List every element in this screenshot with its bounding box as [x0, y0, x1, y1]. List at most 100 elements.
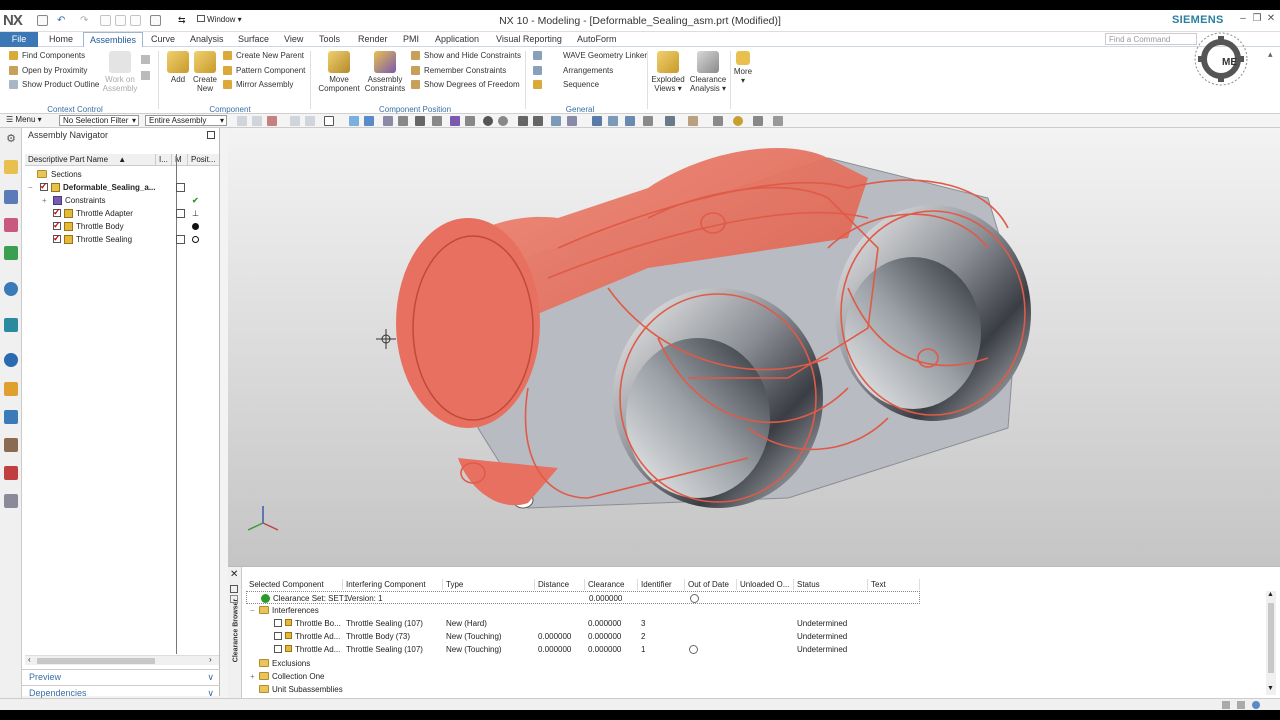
rectangle-select-icon[interactable] — [324, 116, 334, 126]
show-hide-constraints-button[interactable]: Show and Hide Constraints — [411, 49, 521, 62]
arrangements-button[interactable]: Arrangements — [533, 64, 613, 77]
unit-subassemblies-group-row[interactable]: Unit Subassemblies — [246, 683, 1266, 696]
history-icon[interactable] — [4, 353, 18, 367]
wave-geometry-linker-button[interactable]: WAVE Geometry Linker — [533, 49, 647, 62]
feature-select-icon[interactable] — [383, 116, 393, 126]
tab-file[interactable]: File — [0, 32, 38, 47]
arc-select-icon[interactable] — [465, 116, 475, 126]
face-select-icon[interactable] — [349, 116, 359, 126]
close-panel-icon[interactable]: ✕ — [230, 569, 238, 580]
tab-autoform[interactable]: AutoForm — [571, 32, 623, 47]
status-icon-2[interactable] — [1237, 701, 1245, 709]
hide-icon[interactable] — [713, 116, 723, 126]
show-degrees-of-freedom-button[interactable]: Show Degrees of Freedom — [411, 78, 520, 91]
clearance-analysis-button[interactable]: Clearance Analysis ▾ — [689, 51, 727, 93]
find-command-input[interactable]: Find a Command — [1105, 33, 1197, 45]
tree-row-sections[interactable]: Sections — [25, 168, 219, 181]
horizontal-scrollbar[interactable]: ‹ › — [25, 655, 219, 665]
column-text[interactable]: Text — [868, 579, 920, 590]
menu-button[interactable]: ☰ Menu ▾ — [6, 115, 42, 124]
tab-home[interactable]: Home — [43, 32, 79, 47]
vertical-scrollbar[interactable]: ▲ ▼ — [1266, 591, 1276, 695]
tab-tools[interactable]: Tools — [313, 32, 346, 47]
intersection-icon[interactable] — [518, 116, 528, 126]
assembly-model[interactable] — [118, 128, 1280, 570]
ribbon-collapse-icon[interactable]: ▴ — [1268, 49, 1273, 60]
tree-row-throttle-sealing[interactable]: Throttle Sealing — [25, 232, 219, 246]
collapse-icon[interactable]: − — [28, 181, 33, 194]
open-by-proximity-button[interactable]: Open by Proximity — [9, 64, 87, 77]
scroll-left-icon[interactable]: ‹ — [28, 655, 31, 664]
tab-surface[interactable]: Surface — [232, 32, 275, 47]
show-product-outline-button[interactable]: Show Product Outline — [9, 78, 99, 91]
zoom-icon[interactable] — [608, 116, 618, 126]
assembly-constraints-button[interactable]: Assembly Constraints — [362, 51, 408, 93]
tab-curve[interactable]: Curve — [145, 32, 181, 47]
dependencies-accordion[interactable]: Dependencies — [22, 685, 220, 701]
collection-group-row[interactable]: + Collection One — [246, 670, 1266, 683]
center-select-icon[interactable] — [483, 116, 493, 126]
point-select-icon[interactable] — [450, 116, 460, 126]
column-part-name[interactable]: Descriptive Part Name ▲ — [25, 154, 156, 166]
visibility-checkbox[interactable] — [53, 219, 61, 232]
expand-icon[interactable]: + — [42, 194, 47, 207]
column-clearance[interactable]: Clearance — [585, 579, 638, 590]
preview-accordion[interactable]: Preview — [22, 669, 220, 685]
scroll-up-icon[interactable]: ▲ — [1267, 591, 1274, 598]
tab-view[interactable]: View — [278, 32, 309, 47]
roles-icon[interactable] — [4, 410, 18, 424]
body-select-icon[interactable] — [364, 116, 374, 126]
remember-constraints-button[interactable]: Remember Constraints — [411, 64, 506, 77]
palette-icon[interactable] — [4, 466, 18, 480]
graphics-window[interactable] — [118, 128, 1280, 570]
scroll-down-icon[interactable]: ▼ — [1267, 685, 1274, 692]
context-extra-icon-2[interactable] — [141, 71, 150, 80]
interference-row[interactable]: Throttle Bo... Throttle Sealing (107) Ne… — [246, 617, 1266, 630]
row-checkbox[interactable] — [274, 619, 282, 627]
find-components-button[interactable]: Find Components — [9, 49, 85, 62]
exploded-views-button[interactable]: Exploded Views ▾ — [650, 51, 686, 93]
column-identifier[interactable]: Identifier — [638, 579, 685, 590]
row-select-checkbox[interactable] — [230, 595, 238, 603]
row-checkbox[interactable] — [274, 632, 282, 640]
add-component-button[interactable]: Add — [165, 51, 191, 84]
column-info[interactable]: I... — [156, 154, 172, 166]
tab-render[interactable]: Render — [352, 32, 394, 47]
hd3d-tools-icon[interactable] — [4, 282, 18, 296]
tab-application[interactable]: Application — [429, 32, 485, 47]
line-select-icon[interactable] — [415, 116, 425, 126]
assembly-navigator-icon[interactable] — [4, 160, 18, 174]
rotate-icon[interactable] — [625, 116, 635, 126]
quadrant-select-icon[interactable] — [498, 116, 508, 126]
snap-icon[interactable] — [290, 116, 300, 126]
system-scenes-icon[interactable] — [4, 438, 18, 452]
create-new-parent-button[interactable]: Create New Parent — [223, 49, 304, 62]
constraint-navigator-icon[interactable] — [4, 190, 18, 204]
select-all-icon[interactable] — [237, 116, 247, 126]
snap-setting-icon[interactable] — [551, 116, 561, 126]
edge-select-icon[interactable] — [398, 116, 408, 126]
exclusions-group-row[interactable]: Exclusions — [246, 657, 1266, 670]
work-on-assembly-button[interactable]: Work on Assembly — [102, 51, 138, 93]
render-style-icon[interactable] — [665, 116, 675, 126]
create-new-component-button[interactable]: Create New — [192, 51, 218, 93]
filter-icon[interactable] — [267, 116, 277, 126]
tangent-icon[interactable] — [533, 116, 543, 126]
restore-button[interactable]: ❐ — [1251, 13, 1263, 25]
process-studio-icon[interactable] — [4, 382, 18, 396]
column-position[interactable]: Posit... — [188, 154, 219, 166]
column-distance[interactable]: Distance — [535, 579, 585, 590]
network-icon[interactable] — [1252, 701, 1260, 709]
interference-row[interactable]: Throttle Ad... Throttle Body (73) New (T… — [246, 630, 1266, 643]
column-selected-component[interactable]: Selected Component — [246, 579, 343, 590]
tab-assemblies[interactable]: Assemblies — [83, 32, 144, 47]
column-modified[interactable]: M — [172, 154, 188, 166]
curve-select-icon[interactable] — [432, 116, 442, 126]
visibility-checkbox[interactable] — [53, 232, 61, 245]
tree-row-assembly[interactable]: − Deformable_Sealing_a... — [25, 180, 219, 194]
selection-scope-dropdown[interactable]: Entire Assembly — [145, 115, 227, 126]
interference-row[interactable]: Throttle Ad... Throttle Sealing (107) Ne… — [246, 643, 1266, 656]
fit-view-icon[interactable] — [592, 116, 602, 126]
web-browser-icon[interactable] — [4, 318, 18, 332]
scroll-thumb[interactable] — [37, 658, 155, 664]
